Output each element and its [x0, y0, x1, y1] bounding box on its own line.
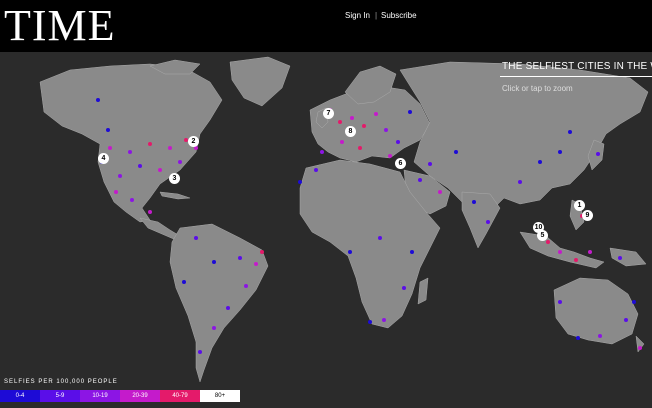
world-map[interactable]: 1 2 3 4 5 6 7 8 9 10 [0, 52, 652, 408]
legend-swatch-40-79: 40-79 [160, 390, 200, 402]
rank-marker-7[interactable]: 7 [323, 108, 334, 119]
rank-marker-3[interactable]: 3 [169, 173, 180, 184]
legend-swatch-80-plus: 80+ [200, 390, 240, 402]
madagascar-shape [417, 277, 429, 305]
greenland-shape [229, 56, 291, 107]
time-logo[interactable]: TIME [4, 2, 116, 50]
central-america-shape [139, 217, 181, 241]
south-america-shape [169, 223, 269, 383]
legend-swatch-10-19: 10-19 [80, 390, 120, 402]
australia-shape [553, 277, 639, 345]
rank-marker-9[interactable]: 9 [582, 210, 593, 221]
rank-marker-10[interactable]: 10 [533, 222, 544, 233]
rank-marker-1[interactable]: 1 [574, 200, 585, 211]
subscribe-link[interactable]: Subscribe [381, 11, 417, 20]
cuba-shape [159, 191, 191, 200]
legend-title: SELFIES PER 100,000 PEOPLE [4, 379, 118, 385]
story-title: THE SELFIEST CITIES IN THE WO [502, 61, 652, 72]
rank-marker-2[interactable]: 2 [188, 136, 199, 147]
legend-swatch-20-39: 20-39 [120, 390, 160, 402]
zoom-hint: Click or tap to zoom [502, 84, 573, 93]
legend: 0-4 5-9 10-19 20-39 40-79 80+ [0, 390, 240, 402]
top-bar: TIME Sign In | Subscribe [0, 0, 652, 52]
story-title-underline [500, 76, 652, 77]
new-guinea-shape [609, 247, 647, 267]
rank-marker-4[interactable]: 4 [98, 153, 109, 164]
rank-marker-6[interactable]: 6 [395, 158, 406, 169]
map-canvas[interactable] [0, 52, 652, 408]
legend-swatch-5-9: 5-9 [40, 390, 80, 402]
india-shape [461, 191, 501, 249]
sign-in-link[interactable]: Sign In [345, 11, 370, 20]
indonesia-shape [519, 231, 605, 269]
legend-swatch-0-4: 0-4 [0, 390, 40, 402]
rank-marker-8[interactable]: 8 [345, 126, 356, 137]
nav-separator: | [375, 11, 378, 20]
